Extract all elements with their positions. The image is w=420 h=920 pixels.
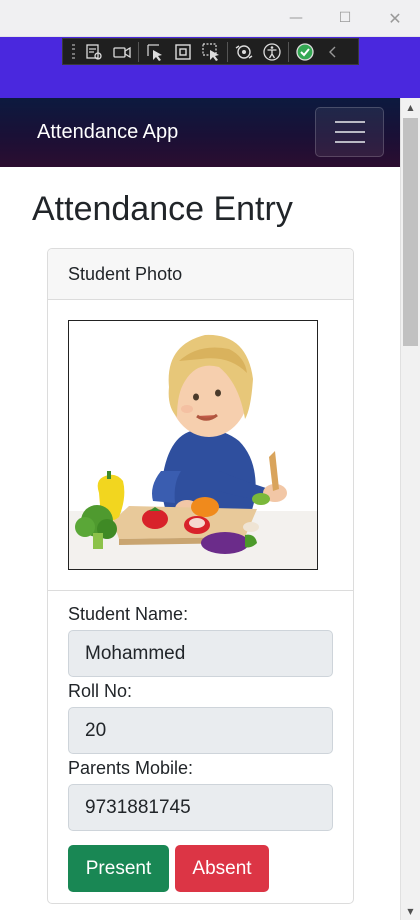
- video-icon: [113, 46, 131, 58]
- select-element-icon: [86, 43, 102, 60]
- dev-toolbar: [62, 38, 359, 65]
- navbar-brand[interactable]: Attendance App: [37, 121, 178, 144]
- page-title: Attendance Entry: [32, 190, 293, 228]
- card-divider: [48, 590, 353, 591]
- frame-icon: [175, 43, 191, 60]
- hot-reload-button[interactable]: [230, 39, 258, 64]
- status-button[interactable]: [291, 39, 319, 64]
- student-photo: [68, 320, 318, 570]
- student-card: Student Photo Student Name: Mohammed Rol…: [47, 248, 354, 904]
- roll-no-label: Roll No:: [68, 681, 133, 701]
- roll-no-field[interactable]: 20: [68, 707, 333, 754]
- window-titlebar: — ☐ ✕: [0, 0, 420, 37]
- card-header: Student Photo: [48, 249, 353, 300]
- minimize-button[interactable]: —: [281, 6, 311, 30]
- record-button[interactable]: [108, 39, 136, 64]
- parents-mobile-label: Parents Mobile:: [68, 758, 194, 778]
- vertical-scrollbar[interactable]: ▲ ▼: [400, 98, 420, 920]
- close-icon: ✕: [388, 8, 402, 28]
- navbar-toggler-button[interactable]: [315, 107, 384, 157]
- pointer-select-button[interactable]: [141, 39, 169, 64]
- toolbar-separator: [227, 41, 228, 62]
- toolbar-separator: [138, 41, 139, 62]
- region-select-icon: [202, 42, 219, 61]
- navbar: Attendance App: [0, 98, 400, 167]
- frame-button[interactable]: [169, 39, 197, 64]
- select-element-button[interactable]: [80, 39, 108, 64]
- absent-button[interactable]: Absent: [175, 845, 269, 892]
- accessibility-button[interactable]: [258, 39, 286, 64]
- student-name-field[interactable]: Mohammed: [68, 630, 333, 677]
- maximize-button[interactable]: ☐: [330, 6, 360, 30]
- present-button[interactable]: Present: [68, 845, 169, 892]
- student-name-label: Student Name:: [68, 604, 189, 624]
- minimize-icon: —: [289, 10, 303, 26]
- toolbar-separator: [288, 41, 289, 62]
- accessibility-icon: [263, 42, 281, 61]
- check-status-icon: [296, 42, 314, 61]
- scroll-down-icon[interactable]: ▼: [401, 902, 420, 920]
- maximize-icon: ☐: [338, 10, 352, 26]
- student-photo-image: [69, 321, 317, 569]
- card-header-title: Student Photo: [68, 264, 183, 284]
- hamburger-menu-icon: [334, 121, 365, 123]
- collapse-icon: [329, 46, 336, 57]
- collapse-toolbar-button[interactable]: [319, 39, 347, 64]
- pointer-select-icon: [147, 43, 162, 61]
- drag-grip-icon[interactable]: [66, 43, 80, 61]
- close-button[interactable]: ✕: [380, 6, 410, 30]
- parents-mobile-field[interactable]: 9731881745: [68, 784, 333, 831]
- scroll-thumb[interactable]: [403, 118, 418, 346]
- hot-reload-icon: [235, 44, 253, 59]
- region-select-button[interactable]: [197, 39, 225, 64]
- browser-viewport: Attendance App Attendance Entry Student …: [0, 98, 400, 920]
- scroll-up-icon[interactable]: ▲: [401, 98, 420, 116]
